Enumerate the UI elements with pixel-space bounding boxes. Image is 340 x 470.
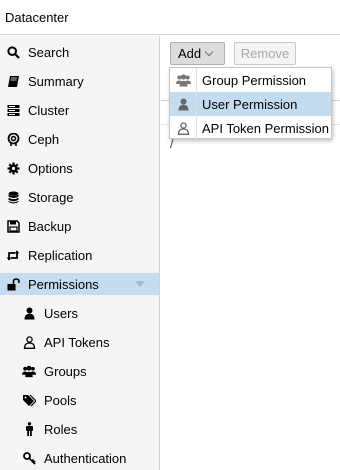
key-icon xyxy=(22,451,36,465)
sidebar: Search Summary Cluster Ceph Options Stor… xyxy=(0,36,160,470)
unlock-icon xyxy=(6,277,20,291)
users-icon xyxy=(170,68,197,92)
sidebar-item-label: Replication xyxy=(28,247,93,263)
chevron-down-icon xyxy=(204,47,214,56)
user-icon xyxy=(170,92,197,116)
add-button[interactable]: Add xyxy=(170,42,225,65)
menu-item-user-permission[interactable]: User Permission xyxy=(170,92,331,116)
sidebar-item-label: Groups xyxy=(44,363,87,379)
sidebar-item-cluster[interactable]: Cluster xyxy=(0,99,159,121)
sidebar-item-label: Permissions xyxy=(28,276,99,292)
sidebar-item-label: Roles xyxy=(44,421,78,437)
sidebar-item-authentication[interactable]: Authentication xyxy=(0,447,159,469)
menu-item-label: API Token Permission xyxy=(202,120,329,136)
sidebar-item-roles[interactable]: Roles xyxy=(0,418,159,440)
menu-item-group-permission[interactable]: Group Permission xyxy=(170,68,331,92)
remove-button[interactable]: Remove xyxy=(234,42,296,65)
menu-item-api-token-permission[interactable]: API Token Permission xyxy=(170,116,331,140)
remove-button-label: Remove xyxy=(240,46,290,61)
sidebar-item-summary[interactable]: Summary xyxy=(0,70,159,92)
sidebar-item-search[interactable]: Search xyxy=(0,41,159,63)
sidebar-item-label: API Tokens xyxy=(44,334,110,350)
page-title: Datacenter xyxy=(5,10,69,25)
male-icon xyxy=(22,422,36,436)
sidebar-item-label: Summary xyxy=(28,73,84,89)
sidebar-item-api-tokens[interactable]: API Tokens xyxy=(0,331,159,353)
sidebar-item-label: Storage xyxy=(28,189,74,205)
user-outline-icon xyxy=(22,335,36,349)
sidebar-item-users[interactable]: Users xyxy=(0,302,159,324)
sidebar-item-label: Users xyxy=(44,305,78,321)
database-icon xyxy=(6,190,20,204)
add-button-label: Add xyxy=(178,46,202,61)
book-icon xyxy=(6,74,20,88)
sidebar-item-label: Backup xyxy=(28,218,72,234)
header-bar: Datacenter xyxy=(0,0,340,35)
sidebar-item-pools[interactable]: Pools xyxy=(0,389,159,411)
add-dropdown-menu: Group Permission User Permission API Tok… xyxy=(169,67,332,140)
ceph-icon xyxy=(6,132,20,146)
user-outline-icon xyxy=(170,116,197,140)
user-icon xyxy=(22,306,36,320)
sidebar-item-backup[interactable]: Backup xyxy=(0,215,159,237)
menu-item-label: Group Permission xyxy=(202,72,307,88)
sidebar-item-storage[interactable]: Storage xyxy=(0,186,159,208)
tags-icon xyxy=(22,393,36,407)
sidebar-item-label: Search xyxy=(28,44,70,60)
server-icon xyxy=(6,103,20,117)
sidebar-item-label: Options xyxy=(28,160,73,176)
search-icon xyxy=(6,45,20,59)
sidebar-item-replication[interactable]: Replication xyxy=(0,244,159,266)
sidebar-item-ceph[interactable]: Ceph xyxy=(0,128,159,150)
sidebar-item-groups[interactable]: Groups xyxy=(0,360,159,382)
menu-item-label: User Permission xyxy=(202,96,298,112)
retweet-icon xyxy=(6,248,20,262)
gear-icon xyxy=(6,161,20,175)
sidebar-item-label: Authentication xyxy=(44,450,127,466)
sidebar-item-label: Cluster xyxy=(28,102,70,118)
sidebar-item-label: Pools xyxy=(44,392,77,408)
sidebar-item-options[interactable]: Options xyxy=(0,157,159,179)
collapse-caret-icon[interactable] xyxy=(135,281,145,287)
sidebar-item-label: Ceph xyxy=(28,131,60,147)
floppy-icon xyxy=(6,219,20,233)
users-icon xyxy=(22,364,36,378)
sidebar-item-permissions[interactable]: Permissions xyxy=(0,273,159,295)
